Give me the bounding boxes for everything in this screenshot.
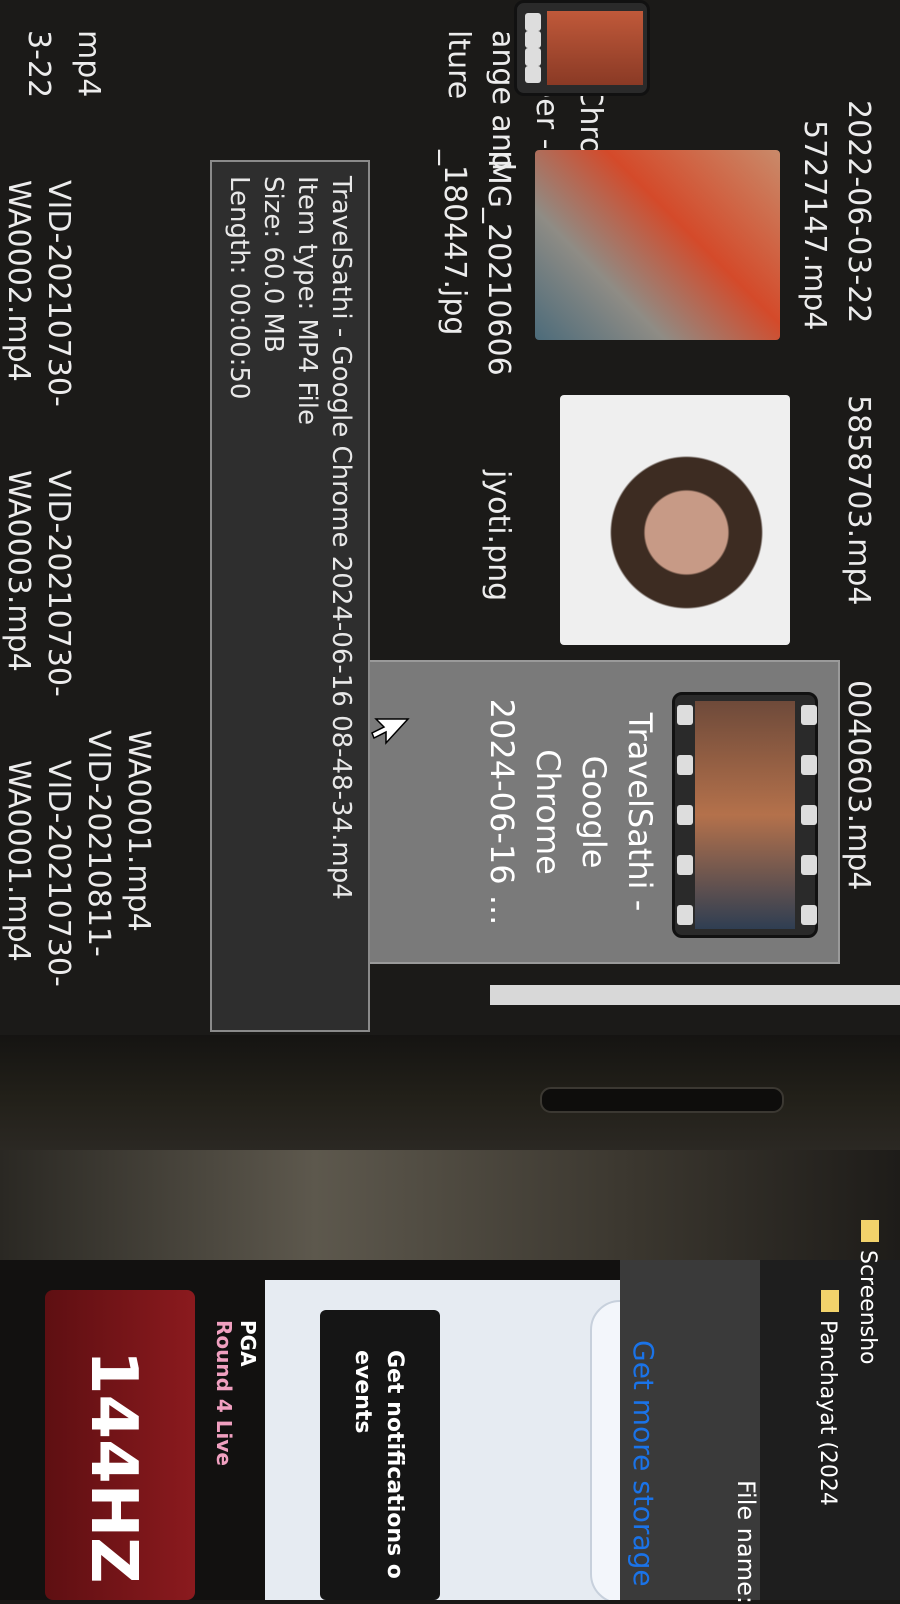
file-label[interactable]: jyoti.png bbox=[476, 470, 520, 601]
selected-file-item[interactable]: TravelSathi - Google Chrome 2024-06-16 .… bbox=[346, 660, 840, 964]
selected-file-name: TravelSathi - Google Chrome 2024-06-16 .… bbox=[483, 698, 659, 926]
lower-screen-text: 144HZ PGA Round 4 Live Get notifications… bbox=[0, 1180, 900, 1604]
bezel-slot bbox=[540, 1087, 784, 1113]
file-label[interactable]: WA0001.mp4 bbox=[0, 760, 40, 962]
notification-text: Get notifications o events bbox=[350, 1350, 407, 1579]
file-label[interactable]: VID-20210730- bbox=[36, 760, 80, 987]
file-tooltip: TravelSathi - Google Chrome 2024-06-16 0… bbox=[210, 160, 370, 1032]
file-label[interactable]: 5858703.mp4 bbox=[836, 395, 880, 606]
horizontal-scrollbar[interactable] bbox=[490, 985, 900, 1005]
folder-item[interactable]: Screensho bbox=[855, 1220, 880, 1365]
file-label[interactable]: WA0003.mp4 bbox=[0, 470, 40, 672]
partial-label: lture bbox=[441, 30, 476, 100]
partial-label: mp4 bbox=[71, 30, 106, 98]
file-name-label: File name: bbox=[732, 1480, 760, 1604]
file-label[interactable]: 2022-06-03-22 bbox=[836, 100, 880, 323]
file-label[interactable]: WA0002.mp4 bbox=[0, 180, 40, 382]
video-thumbnail[interactable] bbox=[514, 0, 650, 96]
file-grid: 3-22 mp4 lture ange and unteer - gle Chr… bbox=[0, 0, 900, 1040]
file-label[interactable]: 0040603.mp4 bbox=[836, 680, 880, 891]
folder-item[interactable]: Panchayat (2024 bbox=[815, 1290, 840, 1506]
file-label[interactable]: VID-20210730- bbox=[36, 470, 80, 697]
get-more-storage-link[interactable]: Get more storage bbox=[627, 1340, 660, 1587]
folder-icon bbox=[861, 1220, 879, 1242]
file-label[interactable]: IMG_20210606 _180447.jpg bbox=[432, 150, 520, 376]
mouse-cursor-icon bbox=[371, 718, 410, 745]
sidebar-item[interactable]: PGA Round 4 Live bbox=[212, 1320, 260, 1466]
video-thumbnail bbox=[672, 692, 818, 938]
file-explorer-screen: 3-22 mp4 lture ange and unteer - gle Chr… bbox=[0, 0, 900, 1040]
file-label[interactable]: VID-20210811- bbox=[76, 730, 120, 957]
file-label[interactable]: 5727147.mp4 bbox=[792, 120, 836, 331]
folder-icon bbox=[821, 1290, 839, 1312]
image-thumbnail[interactable] bbox=[535, 150, 780, 340]
refresh-rate-label: 144HZ bbox=[76, 1350, 150, 1584]
partial-label: 3-22 bbox=[21, 30, 56, 99]
file-label[interactable]: VID-20210730- bbox=[36, 180, 80, 407]
file-label[interactable]: WA0001.mp4 bbox=[116, 730, 160, 932]
image-thumbnail[interactable] bbox=[560, 395, 790, 645]
